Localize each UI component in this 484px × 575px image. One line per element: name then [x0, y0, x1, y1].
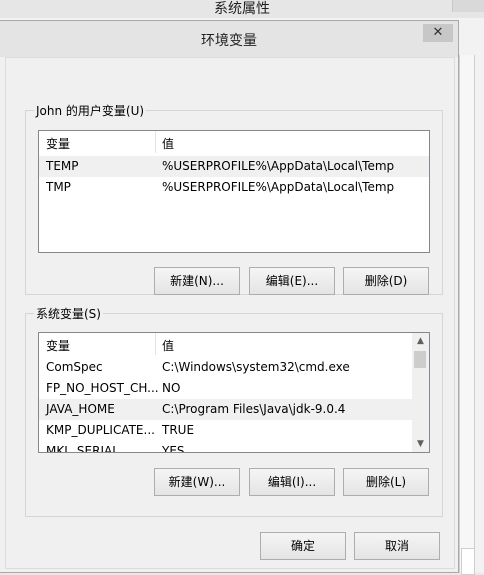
table-row[interactable]: KMP_DUPLICATE... TRUE	[39, 420, 429, 441]
env-dialog-titlebar[interactable]: 环境变量 ✕	[0, 21, 458, 57]
variable-name: MKL_SERIAL	[46, 444, 119, 453]
table-row[interactable]: TEMP %USERPROFILE%\AppData\Local\Temp	[39, 156, 429, 177]
table-row[interactable]: ComSpec C:\Windows\system32\cmd.exe	[39, 357, 429, 378]
variable-value: YES	[162, 444, 185, 453]
variable-name: FP_NO_HOST_CH...	[46, 381, 159, 395]
variable-name: KMP_DUPLICATE...	[46, 423, 155, 437]
scroll-down-arrow-icon[interactable]: ▼	[412, 436, 429, 452]
variable-value: NO	[162, 381, 181, 395]
system-properties-close-button[interactable]	[452, 0, 484, 12]
variable-value: %USERPROFILE%\AppData\Local\Temp	[162, 159, 395, 173]
variable-value: C:\Windows\system32\cmd.exe	[162, 360, 350, 374]
column-header-value[interactable]: 值	[162, 337, 174, 354]
variable-name: TMP	[46, 180, 71, 194]
variable-value: TRUE	[162, 423, 195, 437]
env-dialog-body: John 的用户变量(U) 变量 值 TEMP %USERPROFILE%\Ap…	[5, 57, 455, 569]
variable-name: TEMP	[46, 159, 79, 173]
system-new-button[interactable]: 新建(W)...	[154, 468, 240, 496]
variable-name: JAVA_HOME	[46, 402, 115, 416]
user-variables-list[interactable]: 变量 值 TEMP %USERPROFILE%\AppData\Local\Te…	[38, 130, 430, 253]
table-row[interactable]: JAVA_HOME C:\Program Files\Java\jdk-9.0.…	[39, 399, 429, 420]
column-separator[interactable]	[155, 333, 156, 355]
system-variables-group: 系统变量(S) 变量 值 ComSpec C:\Windows\system32…	[25, 305, 443, 517]
column-separator[interactable]	[155, 131, 156, 153]
system-properties-titlebar: 系统属性	[0, 0, 484, 18]
user-new-button[interactable]: 新建(N)...	[154, 267, 240, 295]
user-delete-button[interactable]: 删除(D)	[343, 267, 429, 295]
table-row[interactable]: TMP %USERPROFILE%\AppData\Local\Temp	[39, 177, 429, 198]
cancel-button[interactable]: 取消	[354, 532, 440, 560]
system-properties-title: 系统属性	[214, 1, 270, 17]
system-edit-button[interactable]: 编辑(I)...	[249, 468, 335, 496]
system-variables-list[interactable]: 变量 值 ComSpec C:\Windows\system32\cmd.exe…	[38, 332, 430, 453]
scroll-up-arrow-icon[interactable]: ▲	[412, 333, 429, 349]
ok-button[interactable]: 确定	[260, 532, 346, 560]
env-dialog-close-button[interactable]: ✕	[423, 24, 453, 42]
system-variables-scrollbar[interactable]: ▲ ▼	[412, 333, 429, 452]
user-edit-button[interactable]: 编辑(E)...	[249, 267, 335, 295]
system-variables-label: 系统变量(S)	[34, 305, 103, 322]
variable-value: %USERPROFILE%\AppData\Local\Temp	[162, 180, 395, 194]
table-row[interactable]: FP_NO_HOST_CH... NO	[39, 378, 429, 399]
environment-variables-dialog: 环境变量 ✕ John 的用户变量(U) 变量 值 TEMP %USERPROF…	[0, 20, 459, 573]
user-variables-label: John 的用户变量(U)	[34, 102, 147, 119]
system-properties-background-button	[461, 548, 475, 575]
system-variables-header: 变量 值	[39, 333, 429, 357]
system-properties-background-frame	[459, 55, 475, 573]
close-icon: ✕	[432, 25, 444, 40]
system-delete-button[interactable]: 删除(L)	[343, 468, 429, 496]
user-variables-group: John 的用户变量(U) 变量 值 TEMP %USERPROFILE%\Ap…	[25, 102, 443, 295]
column-header-name[interactable]: 变量	[46, 337, 70, 354]
user-variables-header: 变量 值	[39, 131, 429, 155]
env-dialog-title: 环境变量	[201, 33, 257, 49]
table-row[interactable]: MKL_SERIAL YES	[39, 441, 429, 453]
column-header-value[interactable]: 值	[162, 135, 174, 152]
variable-name: ComSpec	[46, 360, 103, 374]
scrollbar-thumb[interactable]	[414, 351, 426, 368]
variable-value: C:\Program Files\Java\jdk-9.0.4	[162, 402, 346, 416]
column-header-name[interactable]: 变量	[46, 135, 70, 152]
